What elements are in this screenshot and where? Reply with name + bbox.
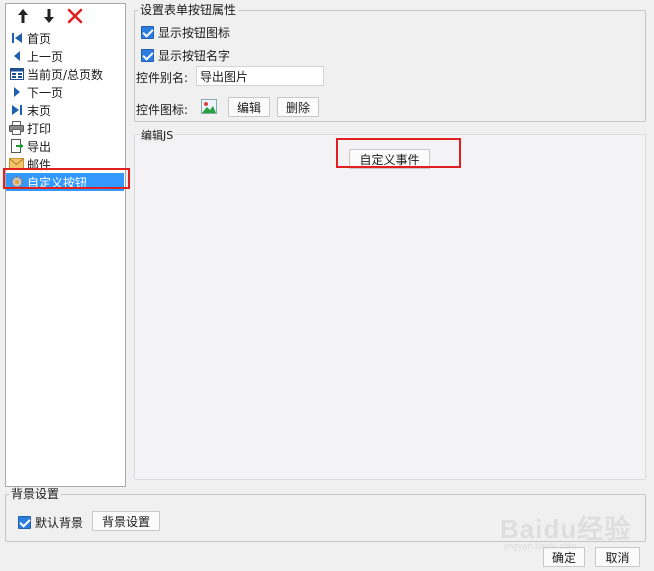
list-item-last-page[interactable]: 末页	[6, 101, 125, 119]
list-item-next-page[interactable]: 下一页	[6, 83, 125, 101]
default-bg-checkbox-row[interactable]: 默认背景	[18, 514, 83, 530]
move-up-button[interactable]	[12, 5, 34, 27]
default-bg-label: 默认背景	[35, 515, 84, 530]
arrow-down-icon	[44, 9, 54, 23]
list-item-label: 导出	[27, 139, 52, 154]
list-item-mail[interactable]: 邮件	[6, 155, 125, 173]
gear-icon	[8, 174, 25, 190]
show-name-label: 显示按钮名字	[158, 48, 231, 63]
cancel-button[interactable]: 取消	[595, 547, 640, 567]
list-item-label: 下一页	[27, 85, 64, 100]
list-item-label: 末页	[27, 103, 52, 118]
last-page-icon	[8, 102, 25, 118]
prev-page-icon	[8, 48, 25, 64]
show-icon-checkbox[interactable]	[141, 25, 154, 39]
mail-icon	[8, 156, 25, 172]
custom-event-button[interactable]: 自定义事件	[349, 149, 430, 169]
alias-input[interactable]	[196, 66, 324, 86]
show-name-checkbox-row[interactable]: 显示按钮名字	[141, 47, 230, 63]
close-icon	[67, 8, 83, 24]
next-page-icon	[8, 84, 25, 100]
list-item-export[interactable]: 导出	[6, 137, 125, 155]
list-item-label: 打印	[27, 121, 52, 136]
list-item-label: 首页	[27, 31, 52, 46]
delete-button[interactable]	[64, 5, 86, 27]
background-settings-group: 背景设置 默认背景 背景设置	[5, 487, 646, 542]
js-content-area	[135, 135, 645, 479]
first-page-icon	[8, 30, 25, 46]
page-count-icon	[8, 66, 25, 82]
export-icon	[8, 138, 25, 154]
ok-button[interactable]: 确定	[543, 547, 585, 567]
arrow-up-icon	[18, 9, 28, 23]
list-item-label: 邮件	[27, 157, 52, 172]
edit-icon-button[interactable]: 编辑	[228, 97, 270, 117]
list-toolbar	[6, 4, 125, 28]
group-title: 编辑JS	[139, 127, 176, 143]
show-icon-label: 显示按钮图标	[158, 25, 231, 40]
default-bg-checkbox[interactable]	[18, 515, 31, 529]
picture-icon[interactable]	[201, 99, 217, 117]
list-item-label: 当前页/总页数	[27, 67, 104, 82]
list-item-label: 自定义按钮	[27, 175, 88, 190]
icon-label: 控件图标:	[136, 103, 189, 117]
button-properties-group: 设置表单按钮属性 显示按钮图标 显示按钮名字 控件别名: 控件图标: 编辑 删除	[134, 3, 646, 122]
list-item-prev-page[interactable]: 上一页	[6, 47, 125, 65]
button-list-panel: 首页 上一页 当前页/总页数 下一页 末页 打印 导出 邮件 自定义按钮	[5, 3, 126, 487]
list-item-first-page[interactable]: 首页	[6, 29, 125, 47]
list-item-label: 上一页	[27, 49, 64, 64]
delete-icon-button[interactable]: 删除	[277, 97, 319, 117]
button-list: 首页 上一页 当前页/总页数 下一页 末页 打印 导出 邮件 自定义按钮	[6, 29, 125, 191]
move-down-button[interactable]	[38, 5, 60, 27]
list-item-page-count[interactable]: 当前页/总页数	[6, 65, 125, 83]
show-icon-checkbox-row[interactable]: 显示按钮图标	[141, 24, 230, 40]
edit-js-group: 编辑JS 自定义事件	[134, 127, 646, 480]
list-item-print[interactable]: 打印	[6, 119, 125, 137]
printer-icon	[8, 120, 25, 136]
list-item-custom-button[interactable]: 自定义按钮	[6, 173, 124, 191]
show-name-checkbox[interactable]	[141, 48, 154, 62]
group-title: 背景设置	[9, 487, 62, 501]
group-title: 设置表单按钮属性	[138, 3, 239, 17]
bg-settings-button[interactable]: 背景设置	[92, 511, 160, 531]
alias-label: 控件别名:	[136, 71, 189, 85]
